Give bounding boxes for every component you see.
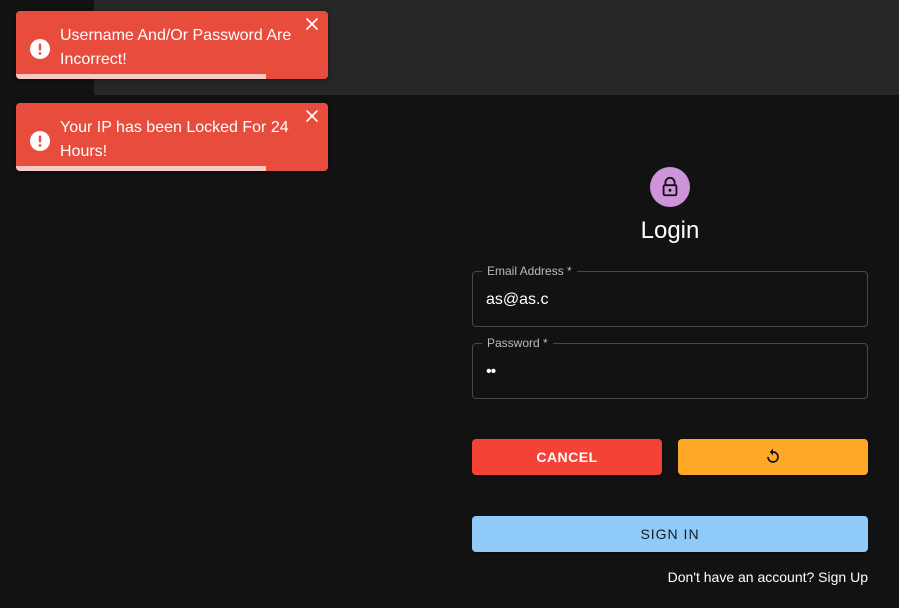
sign-up-link[interactable]: Don't have an account? Sign Up — [668, 568, 868, 586]
refresh-button[interactable] — [678, 439, 868, 475]
close-icon[interactable] — [304, 16, 320, 32]
toast-progress-bar — [16, 74, 266, 79]
lock-avatar — [650, 167, 690, 207]
toast-message: Your IP has been Locked For 24 Hours! — [60, 119, 289, 160]
alert-circle-icon — [30, 131, 50, 151]
password-field[interactable]: Password * •• — [472, 336, 868, 399]
close-icon[interactable] — [304, 108, 320, 124]
refresh-icon — [767, 448, 779, 463]
alert-circle-icon — [30, 39, 50, 59]
cancel-button[interactable]: CANCEL — [472, 439, 662, 475]
error-toast: Username And/Or Password Are Incorrect! — [16, 11, 328, 79]
email-label: Email Address * — [482, 264, 577, 278]
sign-in-button[interactable]: SIGN IN — [472, 516, 868, 552]
toast-progress-bar — [16, 166, 266, 171]
page-title: Login — [640, 217, 700, 244]
email-field[interactable]: Email Address * as@as.c — [472, 264, 868, 327]
error-toast: Your IP has been Locked For 24 Hours! — [16, 103, 328, 171]
email-input[interactable]: as@as.c — [486, 290, 548, 310]
toast-message: Username And/Or Password Are Incorrect! — [60, 27, 292, 68]
password-label: Password * — [482, 336, 553, 350]
lock-icon — [662, 176, 678, 197]
password-input[interactable]: •• — [486, 362, 496, 382]
